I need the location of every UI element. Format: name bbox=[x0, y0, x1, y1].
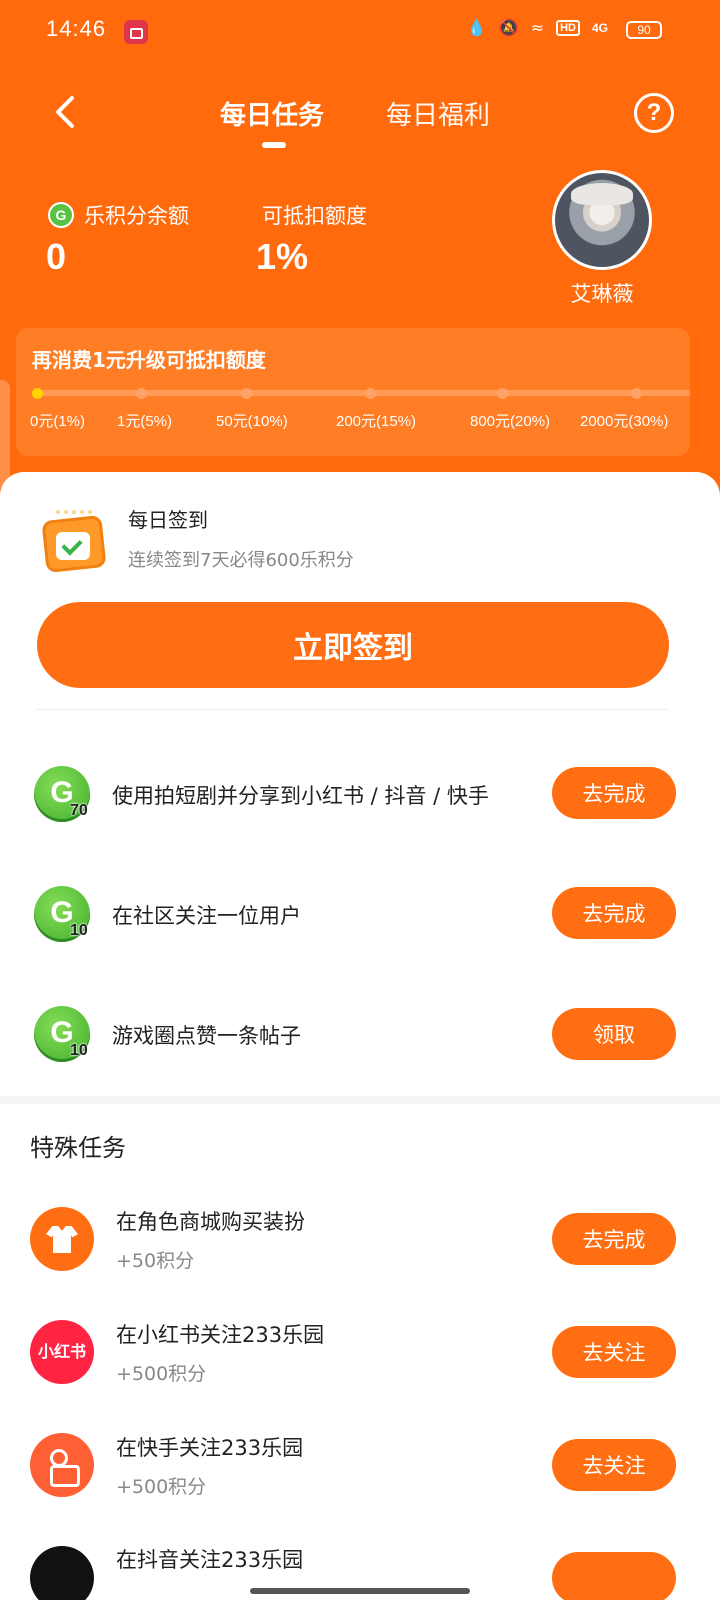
xiaohongshu-icon: 小红书 bbox=[30, 1320, 94, 1384]
points-balance-label: 乐积分余额 bbox=[84, 204, 189, 228]
special-tasks-title: 特殊任务 bbox=[30, 1134, 126, 1162]
status-time: 14:46 bbox=[46, 16, 107, 41]
progress-track bbox=[36, 390, 690, 396]
special-task-name: 在角色商城购买装扮 bbox=[116, 1210, 305, 1234]
tab-daily-welfare[interactable]: 每日福利 bbox=[386, 95, 490, 132]
le-points-badge-icon: G 70 bbox=[34, 766, 90, 822]
avatar[interactable] bbox=[552, 170, 652, 270]
help-icon[interactable]: ? bbox=[634, 93, 674, 133]
progress-level-label: 50元(10%) bbox=[216, 413, 288, 430]
progress-level-label: 2000元(30%) bbox=[580, 413, 669, 430]
progress-title: 再消费1元升级可抵扣额度 bbox=[32, 348, 266, 372]
calendar-check-icon bbox=[41, 508, 107, 573]
sign-in-title: 每日签到 bbox=[128, 508, 208, 532]
mute-bell-icon: 🔕 bbox=[498, 18, 519, 37]
special-task-points: +50积分 bbox=[116, 1250, 195, 1272]
wifi-icon: ≈ bbox=[530, 18, 545, 37]
special-task-button[interactable]: 去完成 bbox=[552, 1213, 676, 1265]
task-label: 使用拍短剧并分享到小红书 / 抖音 / 快手 bbox=[112, 784, 489, 808]
task-claim-button[interactable]: 领取 bbox=[552, 1008, 676, 1060]
status-bar: 14:46 💧 🔕 ≈ HD 4G 90 bbox=[0, 0, 720, 64]
progress-dot bbox=[365, 388, 376, 399]
kuaishou-icon bbox=[30, 1433, 94, 1497]
le-points-badge-icon: G 10 bbox=[34, 1006, 90, 1062]
le-points-badge-icon: G 10 bbox=[34, 886, 90, 942]
shirt-icon bbox=[30, 1207, 94, 1271]
task-complete-button[interactable]: 去完成 bbox=[552, 767, 676, 819]
progress-dot bbox=[241, 388, 252, 399]
progress-level-label: 0元(1%) bbox=[30, 413, 86, 430]
special-task-points: +500积分 bbox=[116, 1363, 207, 1385]
deduct-level-progress-card: 再消费1元升级可抵扣额度 0元(1%) 1元(5%) 50元(10%) 200元… bbox=[16, 328, 690, 456]
tab-daily-tasks[interactable]: 每日任务 bbox=[220, 95, 324, 132]
progress-dot bbox=[32, 388, 43, 399]
special-task-points: +500积分 bbox=[116, 1476, 207, 1498]
home-indicator[interactable] bbox=[250, 1588, 470, 1594]
task-label: 游戏圈点赞一条帖子 bbox=[112, 1024, 301, 1048]
progress-dot bbox=[497, 388, 508, 399]
special-task-name: 在抖音关注233乐园 bbox=[116, 1548, 304, 1572]
sign-in-subtitle: 连续签到7天必得600乐积分 bbox=[128, 550, 354, 571]
progress-dot bbox=[631, 388, 642, 399]
hd-badge: HD bbox=[556, 19, 580, 36]
special-task-button[interactable]: 去关注 bbox=[552, 1439, 676, 1491]
task-points: 10 bbox=[70, 1042, 88, 1059]
special-task-button[interactable]: 去关注 bbox=[552, 1326, 676, 1378]
back-arrow-icon[interactable] bbox=[52, 92, 80, 132]
special-task-name: 在快手关注233乐园 bbox=[116, 1436, 304, 1460]
task-points: 70 bbox=[70, 802, 88, 819]
progress-dot bbox=[136, 388, 147, 399]
special-task-button[interactable] bbox=[552, 1552, 676, 1600]
le-points-icon: G bbox=[48, 202, 74, 228]
progress-level-label: 200元(15%) bbox=[336, 413, 417, 430]
task-points: 10 bbox=[70, 922, 88, 939]
screen-record-icon bbox=[124, 20, 148, 44]
user-name: 艾琳薇 bbox=[570, 282, 634, 306]
deduct-quota-label: 可抵扣额度 bbox=[262, 204, 367, 228]
divider bbox=[36, 709, 668, 710]
active-tab-indicator bbox=[262, 142, 286, 148]
progress-level-label: 1元(5%) bbox=[117, 413, 173, 430]
progress-level-label: 800元(20%) bbox=[470, 413, 551, 430]
task-label: 在社区关注一位用户 bbox=[112, 904, 301, 928]
special-task-name: 在小红书关注233乐园 bbox=[116, 1323, 325, 1347]
points-balance-value: 0 bbox=[46, 236, 67, 277]
deduct-quota-value: 1% bbox=[256, 236, 309, 277]
water-drop-icon: 💧 bbox=[466, 18, 487, 37]
sign-in-button[interactable]: 立即签到 bbox=[37, 602, 669, 688]
battery-icon: 90 bbox=[626, 21, 662, 39]
task-complete-button[interactable]: 去完成 bbox=[552, 887, 676, 939]
signal-icon: 4G bbox=[591, 20, 608, 35]
